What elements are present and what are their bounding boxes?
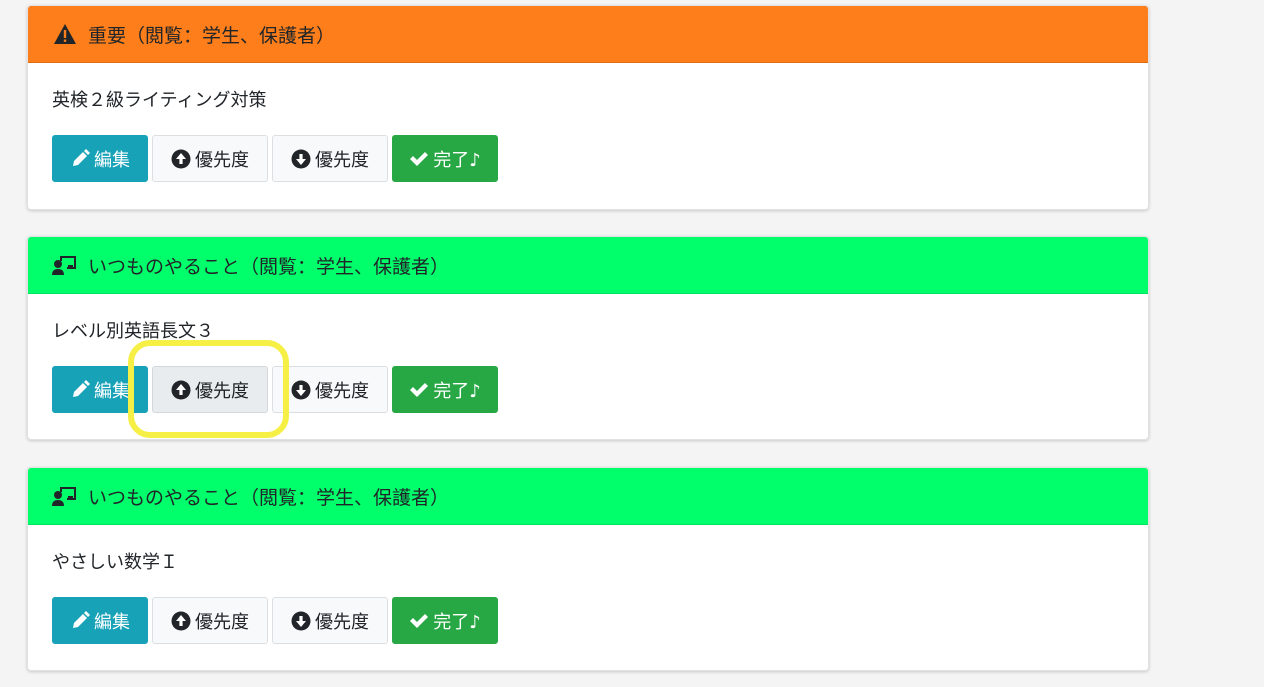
task-actions: 編集 優先度 優先度 完了♪ [52, 135, 1124, 182]
chalkboard-teacher-icon [52, 254, 78, 276]
arrow-circle-down-icon [291, 380, 311, 399]
card-header: 重要（閲覧：学生、保護者） [28, 6, 1148, 63]
arrow-circle-up-icon [171, 611, 191, 630]
card-header: いつものやること（閲覧：学生、保護者） [28, 237, 1148, 294]
card-header-title: いつものやること（閲覧：学生、保護者） [88, 486, 450, 509]
task-title: 英検２級ライティング対策 [52, 90, 267, 111]
arrow-circle-up-icon [171, 380, 191, 399]
priority-down-button[interactable]: 優先度 [272, 597, 388, 644]
edit-button[interactable]: 編集 [52, 366, 148, 413]
priority-up-label: 優先度 [195, 611, 249, 633]
done-button[interactable]: 完了♪ [392, 597, 498, 644]
priority-up-button[interactable]: 優先度 [152, 366, 268, 413]
done-button[interactable]: 完了♪ [392, 366, 498, 413]
card-header: いつものやること（閲覧：学生、保護者） [28, 468, 1148, 525]
check-icon [410, 382, 429, 397]
task-title: レベル別英語長文３ [52, 321, 214, 342]
card-body: やさしい数学Ｉ 編集 優先度 優先度 完了♪ [28, 525, 1148, 644]
priority-up-label: 優先度 [195, 380, 249, 402]
priority-down-button[interactable]: 優先度 [272, 366, 388, 413]
warning-triangle-icon [52, 23, 78, 45]
priority-down-label: 優先度 [315, 380, 369, 402]
pencil-icon [73, 610, 90, 628]
task-board: 重要（閲覧：学生、保護者） 英検２級ライティング対策 編集 優先度 優先度 完了… [0, 0, 1264, 687]
card-body: 英検２級ライティング対策 編集 優先度 優先度 完了♪ [28, 63, 1148, 182]
priority-down-button[interactable]: 優先度 [272, 135, 388, 182]
done-button-label: 完了♪ [433, 149, 481, 171]
pencil-icon [73, 148, 90, 166]
priority-up-button[interactable]: 優先度 [152, 597, 268, 644]
edit-button[interactable]: 編集 [52, 135, 148, 182]
edit-button[interactable]: 編集 [52, 597, 148, 644]
card-header-title: いつものやること（閲覧：学生、保護者） [88, 255, 450, 278]
edit-button-label: 編集 [94, 611, 130, 633]
check-icon [410, 151, 429, 166]
check-icon [410, 613, 429, 628]
done-button[interactable]: 完了♪ [392, 135, 498, 182]
priority-up-label: 優先度 [195, 149, 249, 171]
arrow-circle-down-icon [291, 611, 311, 630]
done-button-label: 完了♪ [433, 380, 481, 402]
task-actions: 編集 優先度 優先度 完了♪ [52, 597, 1124, 644]
arrow-circle-up-icon [171, 149, 191, 168]
task-card-routine: いつものやること（閲覧：学生、保護者） レベル別英語長文３ 編集 優先度 優先度 [27, 236, 1149, 440]
priority-down-label: 優先度 [315, 149, 369, 171]
task-card-routine: いつものやること（閲覧：学生、保護者） やさしい数学Ｉ 編集 優先度 優先度 完… [27, 467, 1149, 671]
task-actions: 編集 優先度 優先度 完了♪ [52, 366, 1124, 413]
done-button-label: 完了♪ [433, 611, 481, 633]
arrow-circle-down-icon [291, 149, 311, 168]
edit-button-label: 編集 [94, 380, 130, 402]
pencil-icon [73, 379, 90, 397]
priority-down-label: 優先度 [315, 611, 369, 633]
chalkboard-teacher-icon [52, 485, 78, 507]
card-body: レベル別英語長文３ 編集 優先度 優先度 完了♪ [28, 294, 1148, 413]
card-header-title: 重要（閲覧：学生、保護者） [88, 24, 336, 47]
edit-button-label: 編集 [94, 149, 130, 171]
priority-up-button[interactable]: 優先度 [152, 135, 268, 182]
task-card-important: 重要（閲覧：学生、保護者） 英検２級ライティング対策 編集 優先度 優先度 完了… [27, 5, 1149, 210]
task-title: やさしい数学Ｉ [52, 552, 178, 573]
